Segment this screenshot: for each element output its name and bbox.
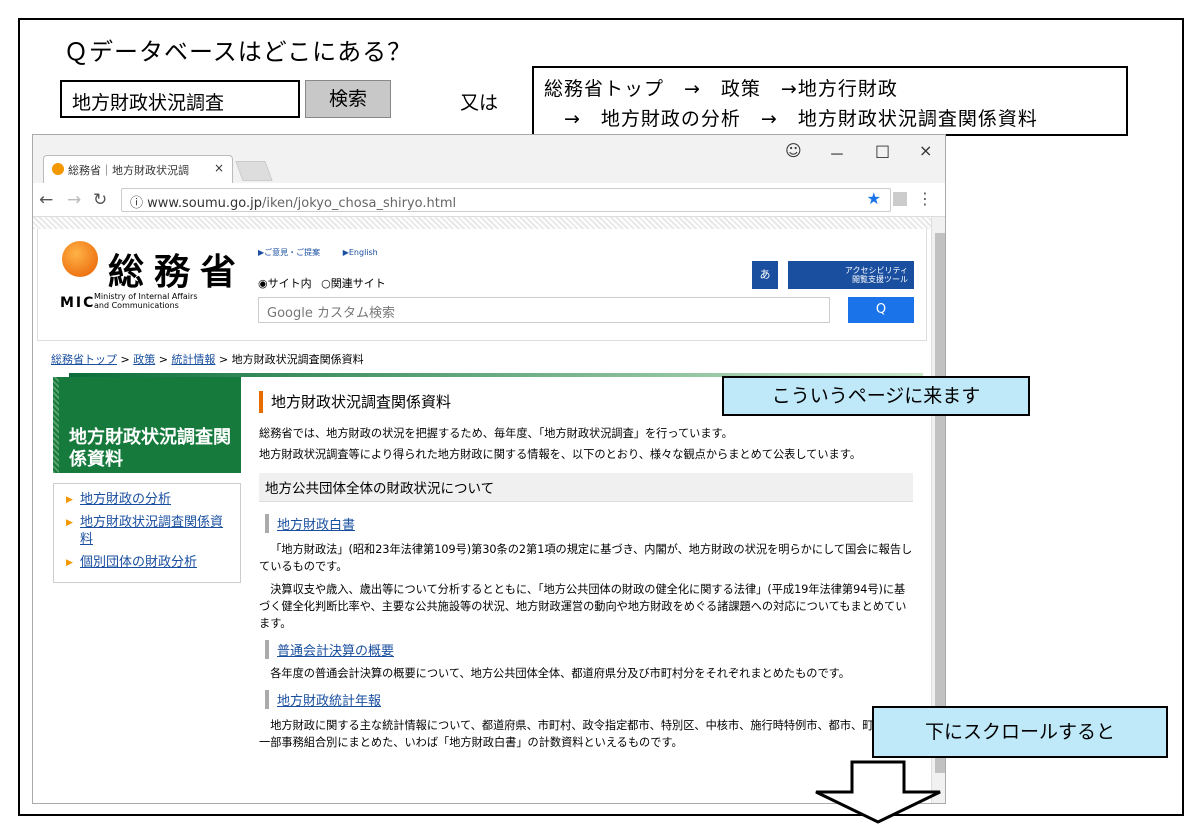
sidebar-item-individual-analysis[interactable]: 個別団体の財政分析 <box>54 551 240 574</box>
main-content: 地方財政状況調査関係資料 総務省では、地方財政の状況を把握するため、毎年度、「地… <box>259 387 913 751</box>
navigation-path-line1: 総務省トップ → 政策 →地方行財政 <box>544 78 898 100</box>
opinion-link-label: ご意見・ご提案 <box>264 248 321 257</box>
section-heading: 地方公共団体全体の財政状況について <box>259 473 913 502</box>
sidebar-item-survey-materials[interactable]: 地方財政状況調査関係資料 <box>54 511 240 551</box>
url-host: www.soumu.go.jp <box>147 196 262 211</box>
link-statistics-yearbook[interactable]: 地方財政統計年報 <box>265 690 913 709</box>
white-paper-desc-1: 「地方財政法」(昭和23年法律第109号)第30条の2第1項の規定に基づき、内閣… <box>259 543 913 573</box>
breadcrumb-sep: > <box>158 353 168 366</box>
search-scope: ◉サイト内 ○関連サイト <box>258 275 386 291</box>
reload-icon[interactable]: ↻ <box>93 190 107 210</box>
link-white-paper[interactable]: 地方財政白書 <box>265 514 913 533</box>
bookmark-star-icon[interactable]: ★ <box>867 189 881 208</box>
banner-stripe <box>53 377 59 473</box>
breadcrumb-top[interactable]: 総務省トップ <box>51 353 117 366</box>
question-title: Ｑデータベースはどこにある？ <box>64 38 413 66</box>
maximize-button[interactable]: □ <box>875 141 890 160</box>
navigation-path-box: 総務省トップ → 政策 →地方行財政 → 地方財政の分析 → 地方財政状況調査関… <box>532 66 1128 136</box>
tab-close-icon[interactable]: × <box>214 161 224 175</box>
extension-icon[interactable] <box>893 192 907 206</box>
minimize-button[interactable]: － <box>829 141 845 165</box>
opinion-link[interactable]: ▶ご意見・ご提案 <box>258 248 330 257</box>
url-path: /iken/jokyo_chosa_shiryo.html <box>261 196 457 211</box>
tab-bar: 総務省｜地方財政状況調 × ☺ － □ × <box>33 135 945 183</box>
scroll-down-arrow-icon <box>808 760 948 826</box>
radio-related[interactable]: ○関連サイト <box>321 277 386 290</box>
accessibility-label2: 閲覧支援ツール <box>852 275 908 284</box>
navigation-path-line2: → 地方財政の分析 → 地方財政状況調査関係資料 <box>564 108 1038 130</box>
close-window-button[interactable]: × <box>919 141 932 160</box>
menu-kebab-icon[interactable]: ⋮ <box>917 189 933 208</box>
breadcrumb-current: 地方財政状況調査関係資料 <box>231 353 364 366</box>
english-link-label: English <box>348 248 378 257</box>
accessibility-label1: アクセシビリティ <box>844 266 908 275</box>
logo-abbr: MIC <box>60 295 96 311</box>
url-field[interactable]: ⓘ www.soumu.go.jp/iken/jokyo_chosa_shiry… <box>121 188 891 212</box>
radio-site[interactable]: ◉サイト内 <box>258 277 312 290</box>
logo-kanji[interactable]: 総務省 <box>108 243 246 295</box>
favicon-icon <box>52 163 64 175</box>
intro-paragraph-1: 総務省では、地方財政の状況を把握するため、毎年度、「地方財政状況調査」を行ってい… <box>259 427 733 440</box>
sidebar-nav: 地方財政の分析 地方財政状況調査関係資料 個別団体の財政分析 <box>53 483 241 583</box>
english-link[interactable]: ▶English <box>343 248 388 257</box>
search-input[interactable]: 地方財政状況調査 <box>60 80 300 118</box>
mic-logo-icon <box>62 241 98 277</box>
sidebar-banner-title: 地方財政状況調査関係資料 <box>69 427 231 470</box>
sidebar-item-analysis[interactable]: 地方財政の分析 <box>54 488 240 511</box>
header-links: ▶ご意見・ご提案 ▶English <box>258 247 398 258</box>
callout-page-arrival: こういうページに来ます <box>722 376 1030 416</box>
radio-related-label: 関連サイト <box>330 277 386 290</box>
radio-site-label: サイト内 <box>267 277 312 290</box>
header-hatch <box>33 217 931 229</box>
forward-arrow-icon[interactable]: → <box>67 190 81 210</box>
back-arrow-icon[interactable]: ← <box>39 190 53 210</box>
breadcrumb-sep: > <box>218 353 229 366</box>
kana-button[interactable]: あ <box>752 261 778 289</box>
breadcrumb-stats[interactable]: 統計情報 <box>171 353 215 366</box>
sidebar-banner: 地方財政状況調査関係資料 <box>53 377 241 473</box>
search-button[interactable]: 検索 <box>305 80 391 118</box>
site-search-button[interactable]: Q <box>848 297 914 323</box>
account-icon[interactable]: ☺ <box>785 141 802 160</box>
info-icon: ⓘ <box>130 196 148 211</box>
logo-english: Ministry of Internal Affairs and Communi… <box>94 292 197 310</box>
logo-english-line2: and Communications <box>94 301 179 310</box>
intro-paragraph-2: 地方財政状況調査等により得られた地方財政に関する情報を、以下のとおり、様々な観点… <box>259 448 862 461</box>
tab-title: 総務省｜地方財政状況調 <box>68 164 189 177</box>
link-settlement-summary[interactable]: 普通会計決算の概要 <box>265 640 913 659</box>
search-icon: Q <box>875 302 887 317</box>
browser-window: 総務省｜地方財政状況調 × ☺ － □ × ← → ↻ ⓘ www.soumu.… <box>32 134 946 804</box>
or-label: 又は <box>460 92 499 114</box>
settlement-summary-desc: 各年度の普通会計決算の概要について、地方公共団体全体、都道府県分及び市町村分をそ… <box>270 667 850 680</box>
callout-scroll-down: 下にスクロールすると <box>872 706 1168 758</box>
page-viewport: 総務省 MIC Ministry of Internal Affairs and… <box>33 217 931 803</box>
address-bar: ← → ↻ ⓘ www.soumu.go.jp/iken/jokyo_chosa… <box>33 183 945 217</box>
statistics-yearbook-desc: 地方財政に関する主な統計情報について、都道府県、市町村、政令指定都市、特別区、中… <box>259 719 907 749</box>
breadcrumb-sep: > <box>120 353 130 366</box>
accessibility-tool-button[interactable]: アクセシビリティ 閲覧支援ツール <box>788 261 914 289</box>
logo-english-line1: Ministry of Internal Affairs <box>94 292 198 301</box>
breadcrumb-policy[interactable]: 政策 <box>133 353 155 366</box>
breadcrumb: 総務省トップ > 政策 > 統計情報 > 地方財政状況調査関係資料 <box>51 351 364 367</box>
site-header: 総務省 MIC Ministry of Internal Affairs and… <box>37 229 927 341</box>
browser-tab[interactable]: 総務省｜地方財政状況調 × <box>43 155 233 183</box>
new-tab-button[interactable] <box>235 161 273 181</box>
white-paper-desc-2: 決算収支や歳入、歳出等について分析するとともに、「地方公共団体の財政の健全化に関… <box>259 583 907 630</box>
site-search-input[interactable]: Google カスタム検索 <box>258 297 830 323</box>
scrollbar-thumb[interactable] <box>935 233 945 773</box>
